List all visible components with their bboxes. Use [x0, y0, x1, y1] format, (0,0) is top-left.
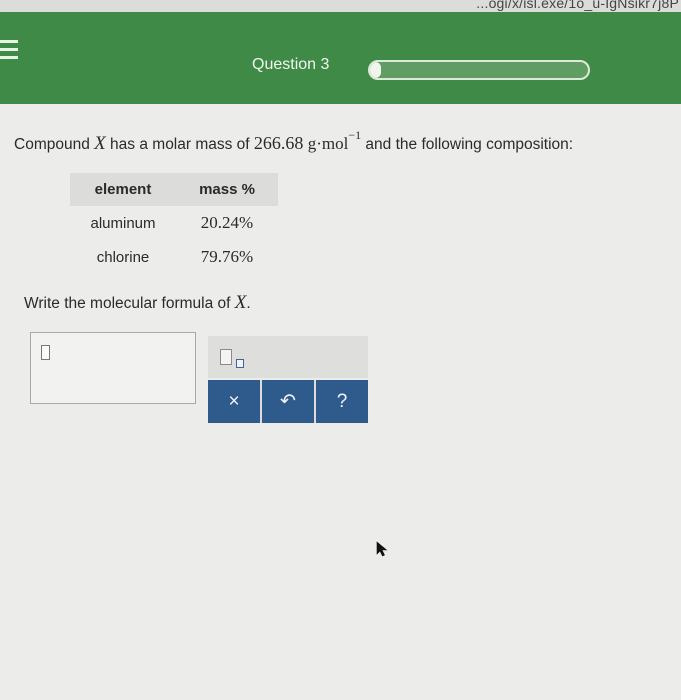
url-text: ...ogi/x/isl.exe/1o_u-IgNsikr7j8P — [476, 0, 679, 11]
clear-button[interactable]: × — [208, 380, 262, 423]
progress-bar — [368, 60, 590, 80]
answer-entry-slot[interactable] — [41, 345, 50, 360]
mass-percent-cell: 20.24% — [176, 206, 278, 240]
compound-variable: X — [94, 133, 106, 155]
molar-mass-unit: g·mol — [307, 134, 349, 154]
formula-palette — [208, 336, 368, 378]
molar-mass-value: 266.68 — [253, 133, 304, 154]
progress-bar-fill — [370, 62, 381, 78]
composition-table: element mass % aluminum 20.24% chlorine … — [70, 173, 278, 274]
hamburger-menu-icon[interactable] — [0, 40, 18, 62]
question-header: Question 3 — [0, 12, 681, 104]
column-header-element: element — [70, 173, 176, 206]
table-row: aluminum 20.24% — [70, 206, 278, 240]
column-header-mass-percent: mass % — [176, 173, 278, 206]
help-button[interactable]: ? — [316, 380, 368, 423]
subscript-template-icon[interactable] — [220, 347, 248, 369]
unit-exponent: −1 — [348, 128, 362, 142]
mass-percent-cell: 79.76% — [176, 240, 278, 274]
compound-variable: X — [234, 292, 247, 313]
question-statement: Compound X has a molar mass of 266.68 g·… — [14, 128, 574, 155]
element-cell: aluminum — [70, 206, 176, 240]
mouse-cursor-icon — [376, 541, 388, 557]
answer-toolbar: × ↶ ? — [208, 380, 368, 423]
question-title: Question 3 — [252, 56, 330, 73]
answer-input-box[interactable] — [30, 332, 196, 404]
browser-url-bar[interactable]: ...ogi/x/isl.exe/1o_u-IgNsikr7j8P — [0, 0, 681, 12]
table-row: chlorine 79.76% — [70, 240, 278, 274]
instruction-text: Write the molecular formula of X. — [24, 292, 251, 313]
undo-button[interactable]: ↶ — [262, 380, 316, 423]
element-cell: chlorine — [70, 240, 176, 274]
